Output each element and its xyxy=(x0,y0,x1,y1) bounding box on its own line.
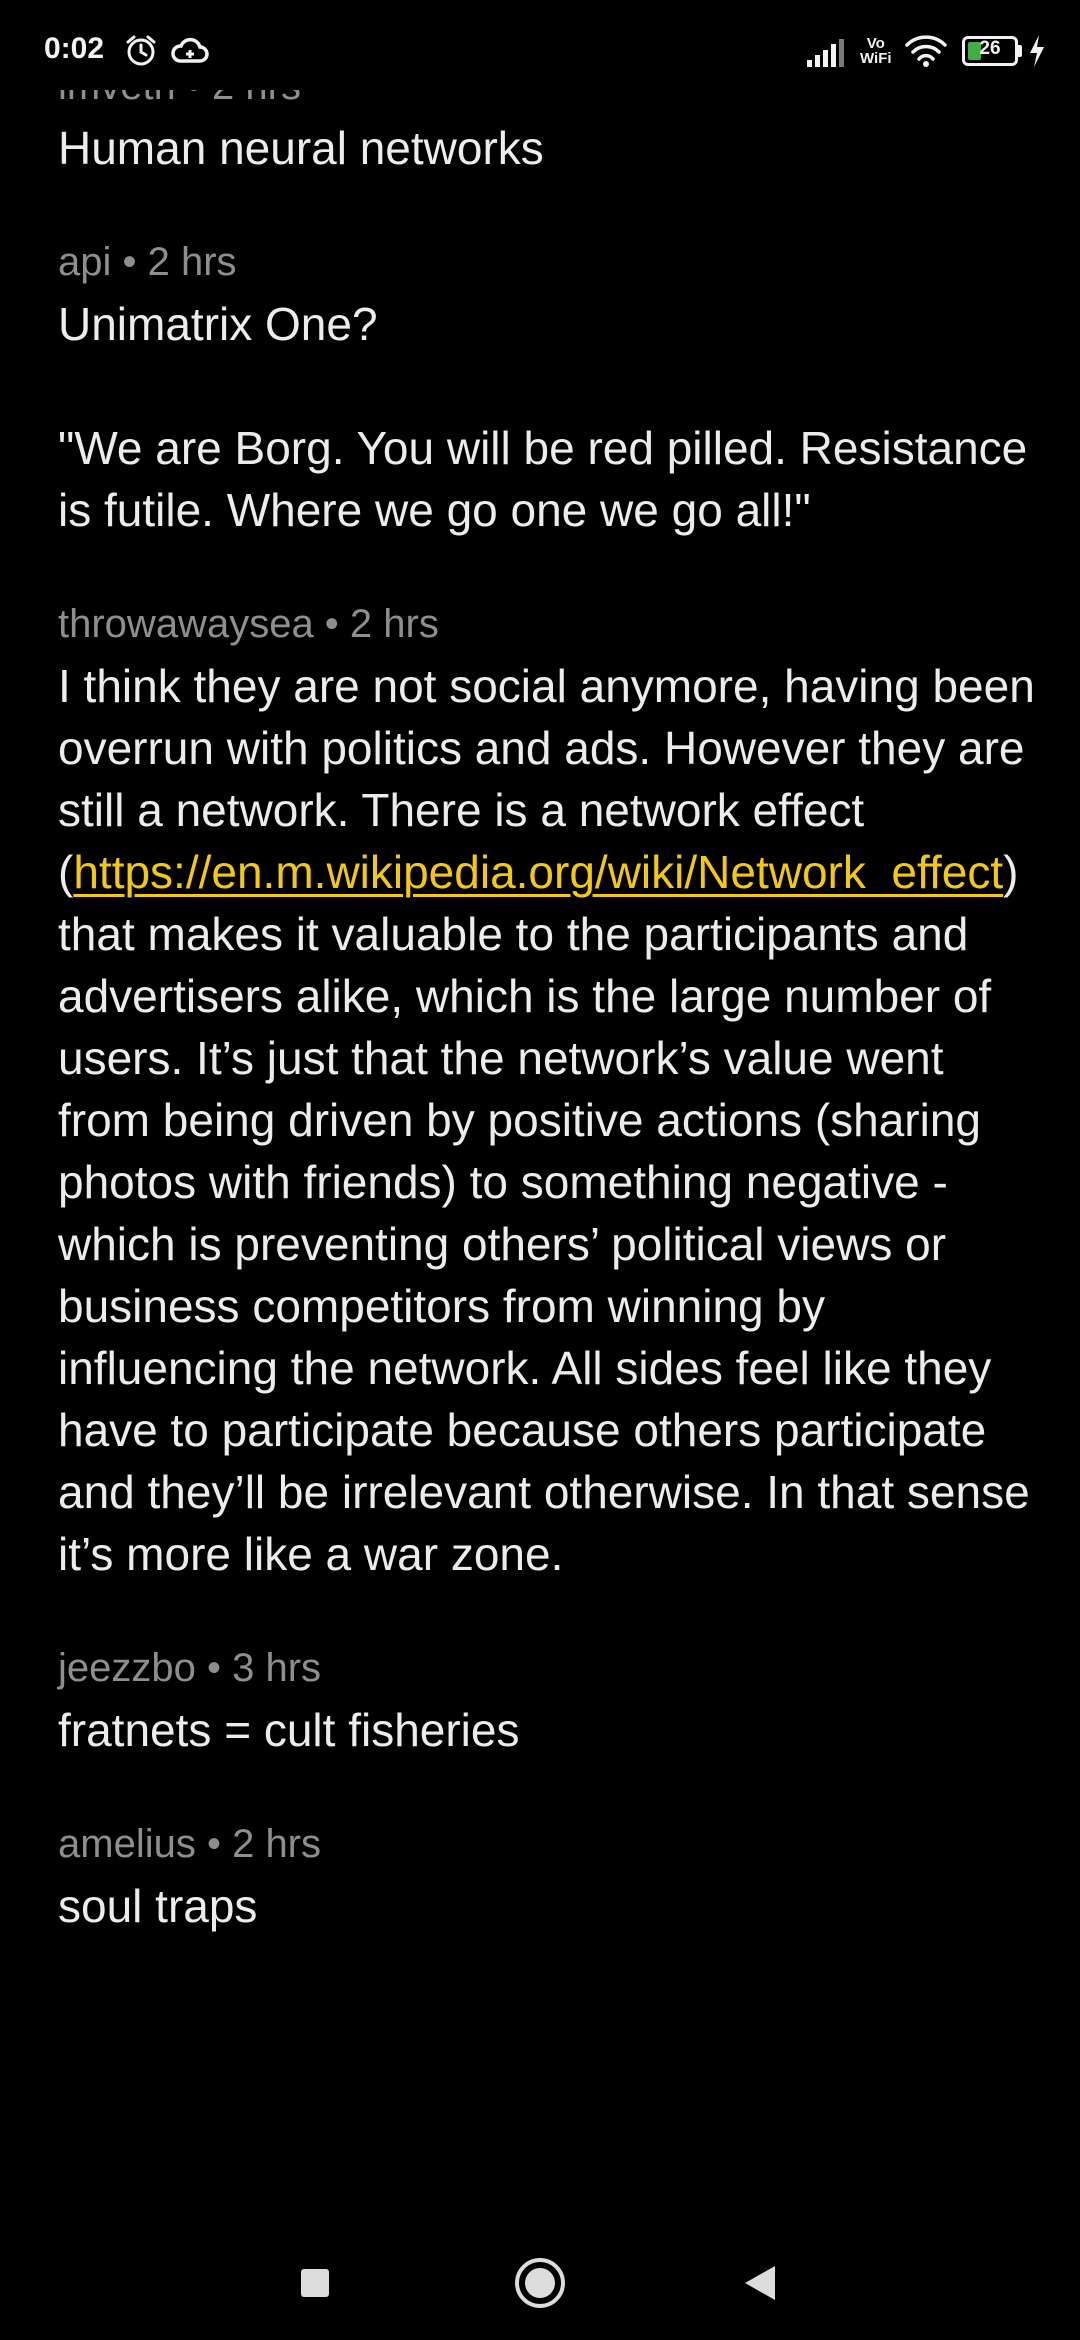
comment: jeezzbo • 3 hrs fratnets = cult fisherie… xyxy=(58,1637,1038,1761)
meta-separator: • xyxy=(313,602,350,646)
meta-separator: • xyxy=(111,240,148,284)
battery-icon: 26 xyxy=(962,36,1018,66)
home-circle-icon xyxy=(515,2258,565,2308)
comment-age[interactable]: 2 hrs xyxy=(232,1822,321,1866)
navigation-bar xyxy=(0,2220,1080,2340)
vowifi-indicator: Vo WiFi xyxy=(860,36,892,66)
recents-square-icon xyxy=(301,2269,329,2297)
comment-meta: throwawaysea • 2 hrs xyxy=(58,593,1038,655)
comment-age[interactable]: 3 hrs xyxy=(232,1646,321,1690)
comment-author[interactable]: amelius xyxy=(58,1822,196,1866)
comment: throwawaysea • 2 hrs I think they are no… xyxy=(58,593,1038,1585)
wikipedia-link[interactable]: https://en.m.wikipedia.org/wiki/Network_… xyxy=(73,846,1003,898)
comment: api • 2 hrs Unimatrix One? "We are Borg.… xyxy=(58,231,1038,541)
recents-button[interactable] xyxy=(280,2248,350,2318)
home-button[interactable] xyxy=(505,2248,575,2318)
back-triangle-icon xyxy=(745,2266,775,2300)
comment-meta: jeezzbo • 3 hrs xyxy=(58,1637,1038,1699)
battery-nub xyxy=(1018,45,1022,57)
comment-body: Human neural networks xyxy=(58,122,544,174)
comment-body: fratnets = cult fisheries xyxy=(58,1704,520,1756)
comment-body: soul traps xyxy=(58,1880,258,1932)
comment-body: Unimatrix One? "We are Borg. You will be… xyxy=(58,298,1028,536)
meta-separator: • xyxy=(195,1822,233,1866)
meta-separator: • xyxy=(195,1646,233,1690)
wifi-icon xyxy=(905,35,947,67)
comment-text-after-link: ) that makes it valuable to the particip… xyxy=(58,846,1043,1580)
vowifi-label-bottom: WiFi xyxy=(860,50,892,67)
battery-level: 26 xyxy=(979,38,1001,59)
comment-author[interactable]: api xyxy=(58,240,111,284)
comment-author[interactable]: throwawaysea xyxy=(58,602,314,646)
comment-meta: amelius • 2 hrs xyxy=(58,1813,1038,1875)
comment-age[interactable]: 2 hrs xyxy=(350,602,439,646)
cloud-icon xyxy=(171,37,209,63)
comment-age[interactable]: 2 hrs xyxy=(148,240,237,284)
comment: amelius • 2 hrs soul traps xyxy=(58,1813,1038,1937)
alarm-icon xyxy=(126,35,156,66)
comment-author[interactable]: jeezzbo xyxy=(58,1646,196,1690)
comment-body: I think they are not social anymore, hav… xyxy=(58,655,1038,1585)
charging-icon xyxy=(1030,35,1044,67)
status-bar: 0:02 Vo WiFi 26 xyxy=(0,0,1080,90)
signal-icon xyxy=(807,39,844,67)
back-button[interactable] xyxy=(725,2248,795,2318)
comment-feed: imvetri • 2 hrs Human neural networks ap… xyxy=(58,55,1038,1937)
vowifi-label-top: Vo xyxy=(866,35,885,52)
comment-meta: api • 2 hrs xyxy=(58,231,1038,293)
status-time: 0:02 xyxy=(44,32,105,65)
